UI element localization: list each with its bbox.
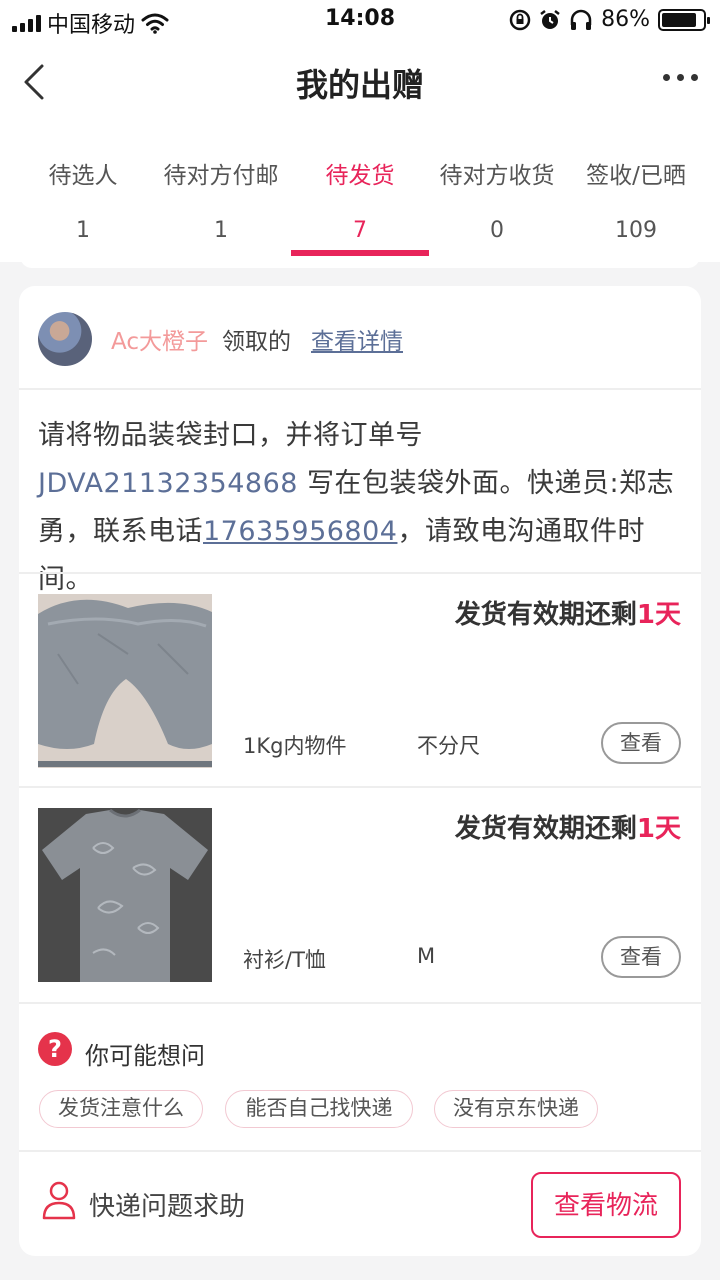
faq-chip[interactable]: 没有京东快递 [434,1090,598,1128]
courier-phone-link[interactable]: 17635956804 [203,516,397,547]
tab-awaiting-receipt[interactable]: 待对方收货 0 [422,156,572,243]
item-category: 衬衫/T恤 [243,948,326,972]
battery-icon [658,8,710,31]
battery-percent: 86% [601,7,650,32]
tab-awaiting-shipment[interactable]: 待发货 7 [285,156,435,243]
item-row[interactable]: 发货有效期还剩1天 1Kg内物件 不分尺 查看 [19,574,701,788]
item-photo [38,594,212,768]
tab-signed-shared[interactable]: 签收/已晒 109 [561,156,711,243]
alarm-icon [540,9,560,29]
item-photo [38,808,212,982]
claimed-label: 领取的 [222,329,291,355]
tab-label: 待发货 [325,163,395,189]
order-card: Ac大橙子 领取的 查看详情 请将物品装袋封口，并将订单号 JDVA211323… [19,286,701,1256]
item-size: M [417,944,436,968]
tab-label: 签收/已晒 [586,163,686,189]
item-row[interactable]: 发货有效期还剩1天 衬衫/T恤 M 查看 [19,788,701,1002]
view-logistics-button[interactable]: 查看物流 [531,1172,681,1238]
faq-chip[interactable]: 能否自己找快递 [225,1090,413,1128]
tab-label: 待对方付邮 [163,163,279,189]
receiver-row: Ac大橙子 领取的 查看详情 [19,286,701,388]
status-indicators: 86% [509,7,710,32]
card-edge [20,256,700,268]
tab-awaiting-postage[interactable]: 待对方付邮 1 [146,156,296,243]
tab-count: 109 [615,218,657,243]
receiver-name[interactable]: Ac大橙子 [111,322,208,356]
order-number[interactable]: JDVA21132354868 [38,468,298,499]
shipping-deadline: 发货有效期还剩1天 [455,594,681,631]
tab-label: 待选人 [48,163,118,189]
avatar[interactable] [38,312,92,366]
battery-level-fill [662,12,697,27]
deadline-days: 1天 [636,600,681,630]
faq-chip[interactable]: 发货注意什么 [39,1090,203,1128]
status-tabs: 待选人 1 待对方付邮 1 待发货 7 待对方收货 0 签收/已晒 109 [0,126,720,262]
view-item-button[interactable]: 查看 [601,722,681,764]
tab-awaiting-selection[interactable]: 待选人 1 [8,156,158,243]
faq-title: 你可能想问 [85,1042,205,1070]
shipping-deadline: 发货有效期还剩1天 [455,808,681,845]
courier-help-link[interactable]: 快递问题求助 [89,1186,245,1223]
courier-help-row: 快递问题求助 查看物流 [19,1152,701,1256]
item-category: 1Kg内物件 [243,734,347,758]
question-icon: ? [38,1032,72,1066]
headphones-icon [570,9,592,30]
divider [19,388,701,390]
notice-text: 请将物品装袋封口，并将订单号 [38,420,423,451]
deadline-label: 发货有效期还剩 [454,814,637,844]
tab-count: 1 [214,218,228,243]
view-item-button[interactable]: 查看 [601,936,681,978]
deadline-label: 发货有效期还剩 [454,600,637,630]
tab-count: 1 [76,218,90,243]
rotation-lock-icon [509,9,531,30]
tab-count: 0 [490,218,504,243]
tab-label: 待对方收货 [439,163,555,189]
view-details-link[interactable]: 查看详情 [311,322,403,356]
tab-count: 7 [353,218,367,243]
item-size: 不分尺 [417,734,480,758]
more-options-icon[interactable] [663,74,698,81]
faq-section: ? 你可能想问 发货注意什么 能否自己找快递 没有京东快递 [19,1004,701,1152]
deadline-days: 1天 [636,814,681,844]
nav-bar: 我的出赠 [0,40,720,126]
page-title: 我的出赠 [295,66,424,104]
status-bar: 中国移动 14:08 86% [0,0,720,40]
person-icon [42,1181,76,1220]
